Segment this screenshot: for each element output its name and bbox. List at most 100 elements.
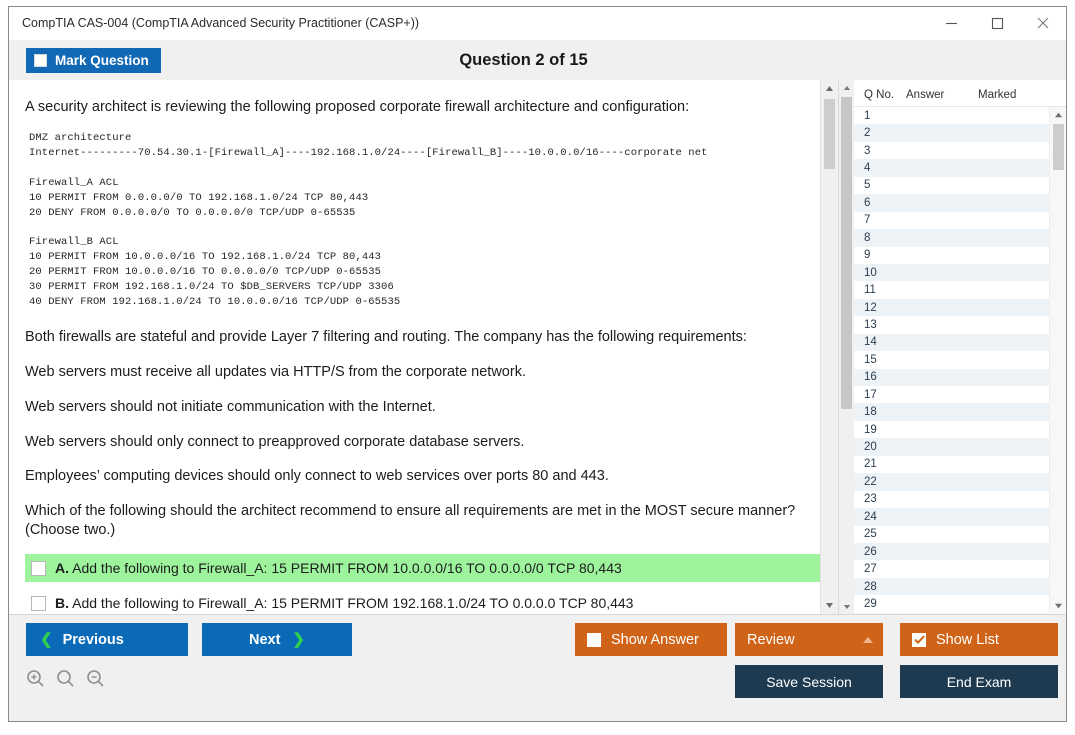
firewall-config-code: DMZ architecture Internet---------70.54.… — [29, 132, 708, 309]
review-dropdown[interactable]: Review — [735, 623, 883, 656]
question-list-row[interactable]: 19 — [854, 421, 1066, 438]
question-list-row[interactable]: 13 — [854, 316, 1066, 333]
window-titlebar: CompTIA CAS-004 (CompTIA Advanced Securi… — [9, 7, 1066, 40]
question-list-row[interactable]: 24 — [854, 508, 1066, 526]
next-button[interactable]: Next ❯ — [202, 623, 352, 656]
question-list-row[interactable]: 18 — [854, 403, 1066, 421]
list-inner-scroll-up-icon[interactable] — [1050, 107, 1066, 123]
question-number-cell: 23 — [864, 493, 877, 506]
question-number-cell: 1 — [864, 109, 871, 122]
previous-button[interactable]: ❮ Previous — [26, 623, 188, 656]
list-inner-scrollbar[interactable] — [1049, 107, 1066, 614]
question-list-row[interactable]: 15 — [854, 351, 1066, 368]
mark-question-button[interactable]: Mark Question — [26, 47, 161, 73]
requirement-item: Employees’ computing devices should only… — [25, 468, 609, 485]
question-number-cell: 6 — [864, 196, 871, 209]
question-list-row[interactable]: 4 — [854, 159, 1066, 177]
mark-question-label: Mark Question — [55, 52, 149, 68]
close-icon[interactable] — [1020, 8, 1066, 39]
requirement-item: Web servers should not initiate communic… — [25, 398, 436, 415]
question-list-row[interactable]: 26 — [854, 542, 1066, 561]
zoom-controls — [26, 669, 105, 688]
save-session-label: Save Session — [766, 673, 852, 690]
question-list-row[interactable]: 12 — [854, 298, 1066, 317]
question-list-row[interactable]: 20 — [854, 438, 1066, 456]
answer-label-a: A. Add the following to Firewall_A: 15 P… — [55, 560, 622, 576]
show-list-label: Show List — [936, 631, 999, 648]
column-header-qno: Q No. — [864, 88, 895, 101]
question-number-cell: 2 — [864, 127, 871, 140]
show-answer-checkbox[interactable] — [587, 632, 601, 647]
question-number-cell: 7 — [864, 214, 871, 227]
question-list-row[interactable]: 29 — [854, 595, 1066, 612]
zoom-reset-icon[interactable] — [56, 669, 75, 688]
scroll-down-icon[interactable] — [821, 597, 838, 614]
question-list-row[interactable]: 25 — [854, 526, 1066, 543]
answer-letter-b: B. — [55, 595, 69, 612]
zoom-in-icon[interactable] — [26, 669, 45, 688]
question-list-row[interactable]: 5 — [854, 177, 1066, 194]
question-list-row[interactable]: 1 — [854, 107, 1066, 124]
question-scroll-content: A security architect is reviewing the fo… — [9, 98, 838, 614]
list-outer-scroll-thumb[interactable] — [841, 97, 852, 409]
question-list-row[interactable]: 14 — [854, 333, 1066, 352]
question-list-row[interactable]: 11 — [854, 281, 1066, 298]
maximize-icon[interactable] — [974, 8, 1020, 39]
answer-option-a[interactable]: A. Add the following to Firewall_A: 15 P… — [25, 554, 822, 583]
exam-window: CompTIA CAS-004 (CompTIA Advanced Securi… — [8, 6, 1067, 722]
scroll-up-icon[interactable] — [821, 80, 838, 97]
question-number-cell: 24 — [864, 510, 877, 523]
list-scroll-down-icon[interactable] — [839, 599, 854, 614]
end-exam-label: End Exam — [946, 673, 1012, 690]
exam-footer: ❮ Previous Next ❯ Show Answer Review Sho… — [9, 614, 1066, 721]
zoom-out-icon[interactable] — [86, 669, 105, 688]
requirements-intro: Both firewalls are stateful and provide … — [25, 329, 747, 345]
answer-text-a: Add the following to Firewall_A: 15 PERM… — [72, 560, 622, 577]
end-exam-button[interactable]: End Exam — [900, 665, 1058, 698]
question-scroll-thumb[interactable] — [824, 99, 835, 169]
question-number-cell: 9 — [864, 249, 871, 262]
answer-text-b: Add the following to Firewall_A: 15 PERM… — [72, 595, 634, 612]
column-header-marked: Marked — [978, 88, 1017, 101]
show-list-checkbox[interactable] — [912, 632, 926, 647]
question-list-row[interactable]: 3 — [854, 142, 1066, 159]
question-number-cell: 21 — [864, 458, 877, 471]
requirement-item: Web servers should only connect to preap… — [25, 433, 525, 450]
answer-option-b[interactable]: B. Add the following to Firewall_A: 15 P… — [25, 589, 822, 614]
show-list-button[interactable]: Show List — [900, 623, 1058, 656]
question-number-cell: 26 — [864, 545, 877, 558]
question-list-row[interactable]: 8 — [854, 229, 1066, 247]
question-number-cell: 3 — [864, 144, 871, 157]
save-session-button[interactable]: Save Session — [735, 665, 883, 698]
question-list-row[interactable]: 7 — [854, 212, 1066, 229]
chevron-left-icon: ❮ — [40, 631, 53, 648]
question-scroll-track[interactable] — [821, 97, 838, 597]
list-scroll-up-icon[interactable] — [839, 80, 854, 95]
question-list-row[interactable]: 22 — [854, 473, 1066, 491]
review-label: Review — [747, 631, 795, 648]
list-inner-scroll-down-icon[interactable] — [1050, 598, 1066, 614]
answer-checkbox-b[interactable] — [31, 595, 46, 611]
question-number-cell: 25 — [864, 528, 877, 541]
minimize-icon[interactable] — [928, 8, 974, 39]
mark-question-checkbox[interactable] — [34, 53, 47, 67]
question-list-row[interactable]: 10 — [854, 263, 1066, 282]
question-list-row[interactable]: 9 — [854, 247, 1066, 264]
question-number-cell: 4 — [864, 162, 871, 175]
question-number-cell: 15 — [864, 353, 877, 366]
list-outer-scrollbar[interactable] — [839, 80, 854, 614]
question-list-row[interactable]: 2 — [854, 124, 1066, 142]
question-list-row[interactable]: 6 — [854, 194, 1066, 212]
show-answer-button[interactable]: Show Answer — [575, 623, 727, 656]
question-list-row[interactable]: 23 — [854, 491, 1066, 508]
question-list-row[interactable]: 16 — [854, 368, 1066, 386]
question-list-row[interactable]: 28 — [854, 577, 1066, 596]
question-list-row[interactable]: 27 — [854, 560, 1066, 577]
question-list-row[interactable]: 17 — [854, 386, 1066, 403]
answer-checkbox-a[interactable] — [31, 560, 46, 576]
question-number-cell: 28 — [864, 580, 877, 593]
question-list-row[interactable]: 21 — [854, 456, 1066, 473]
exam-header: Mark Question Question 2 of 15 — [9, 40, 1066, 80]
list-inner-scroll-thumb[interactable] — [1052, 124, 1064, 170]
question-pane-scrollbar[interactable] — [820, 80, 838, 614]
